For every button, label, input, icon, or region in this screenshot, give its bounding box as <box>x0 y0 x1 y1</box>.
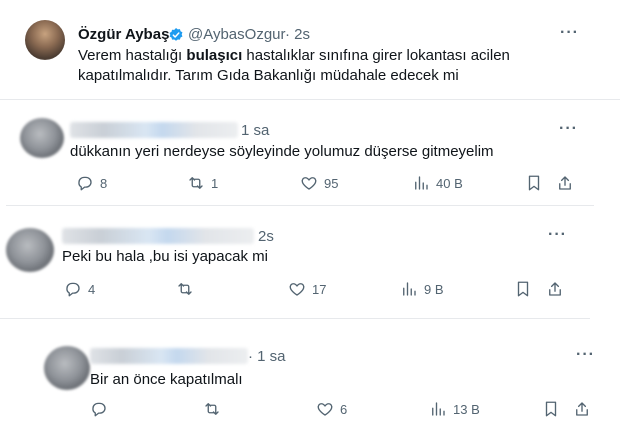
main-tweet[interactable]: Özgür Aybaş @AybasOzgur · 2s ··· Verem h… <box>0 0 620 100</box>
reply-icon <box>92 402 106 417</box>
views-button[interactable]: 9 B <box>400 280 444 298</box>
views-icon <box>432 402 445 416</box>
bookmark-button[interactable] <box>542 400 560 418</box>
like-button[interactable]: 17 <box>288 280 326 298</box>
like-count: 95 <box>324 175 339 191</box>
retweet-icon <box>205 403 219 415</box>
author-handle[interactable]: @AybasOzgur <box>188 26 286 43</box>
more-icon[interactable]: ··· <box>576 346 595 364</box>
views-icon <box>403 282 416 296</box>
share-icon <box>559 176 571 190</box>
more-icon[interactable]: ··· <box>559 120 578 138</box>
reply-avatar[interactable] <box>6 228 54 272</box>
view-count: 13 B <box>453 401 480 417</box>
reply-count: 4 <box>88 281 96 297</box>
divider <box>6 205 594 206</box>
tweet-text: Verem hastalığı bulaşıcı hastalıklar sın… <box>78 47 510 84</box>
reply-tweet[interactable]: 1 sa ··· dükkanın yeri nerdeyse söyleyin… <box>6 112 594 204</box>
reply-author-blurred <box>70 122 238 138</box>
retweet-count: 1 <box>211 175 219 191</box>
tweet-time[interactable]: · 2s <box>285 26 310 43</box>
heart-icon <box>317 403 333 416</box>
views-button[interactable]: 40 B <box>412 174 463 192</box>
reply-text: dükkanın yeri nerdeyse söyleyinde yolumu… <box>70 143 494 160</box>
reply-text: Bir an önce kapatılmalı <box>90 371 243 388</box>
reply-time[interactable]: · 1 sa <box>248 348 286 365</box>
bookmark-icon <box>528 175 540 191</box>
reply-tweet[interactable]: 2s ··· Peki bu hala ,bu isi yapacak mi 4… <box>0 218 590 314</box>
reply-text: Peki bu hala ,bu isi yapacak mi <box>62 248 268 265</box>
views-button[interactable]: 13 B <box>429 400 480 418</box>
heart-icon <box>289 283 305 296</box>
reply-count: 8 <box>100 175 108 191</box>
retweet-button[interactable]: 1 <box>187 174 218 192</box>
like-button[interactable]: 6 <box>316 400 347 418</box>
like-count: 17 <box>312 281 327 297</box>
reply-avatar[interactable] <box>44 346 90 390</box>
reply-icon <box>66 282 80 297</box>
author-name[interactable]: Özgür Aybaş <box>78 26 169 43</box>
reply-time[interactable]: 1 sa <box>241 122 269 139</box>
reply-button[interactable] <box>90 400 114 418</box>
share-button[interactable] <box>573 400 591 418</box>
like-count: 6 <box>340 401 348 417</box>
more-icon[interactable]: ··· <box>548 226 567 244</box>
reply-icon <box>78 176 92 191</box>
reply-time[interactable]: 2s <box>258 228 274 245</box>
retweet-button[interactable] <box>203 400 227 418</box>
share-icon <box>549 282 561 296</box>
reply-button[interactable]: 8 <box>76 174 107 192</box>
bookmark-button[interactable] <box>525 174 543 192</box>
views-icon <box>415 176 428 190</box>
share-icon <box>576 402 588 416</box>
share-button[interactable] <box>556 174 574 192</box>
divider <box>0 318 590 319</box>
reply-tweet[interactable]: · 1 sa ··· Bir an önce kapatılmalı 6 13 … <box>28 336 618 432</box>
divider <box>0 99 620 100</box>
bookmark-icon <box>517 281 529 297</box>
share-button[interactable] <box>546 280 564 298</box>
reply-avatar[interactable] <box>20 118 64 158</box>
reply-author-blurred <box>90 348 248 364</box>
reply-author-blurred <box>62 228 254 244</box>
view-count: 9 B <box>424 281 444 297</box>
heart-icon <box>301 177 317 190</box>
tweet-text-bold: bulaşıcı <box>186 47 243 64</box>
like-button[interactable]: 95 <box>300 174 338 192</box>
bookmark-button[interactable] <box>514 280 532 298</box>
more-icon[interactable]: ··· <box>560 24 579 42</box>
retweet-icon <box>178 283 192 295</box>
verified-badge-icon <box>168 27 184 48</box>
retweet-icon <box>189 177 203 189</box>
reply-button[interactable]: 4 <box>64 280 95 298</box>
view-count: 40 B <box>436 175 463 191</box>
retweet-button[interactable] <box>176 280 200 298</box>
bookmark-icon <box>545 401 557 417</box>
author-avatar[interactable] <box>25 20 65 60</box>
